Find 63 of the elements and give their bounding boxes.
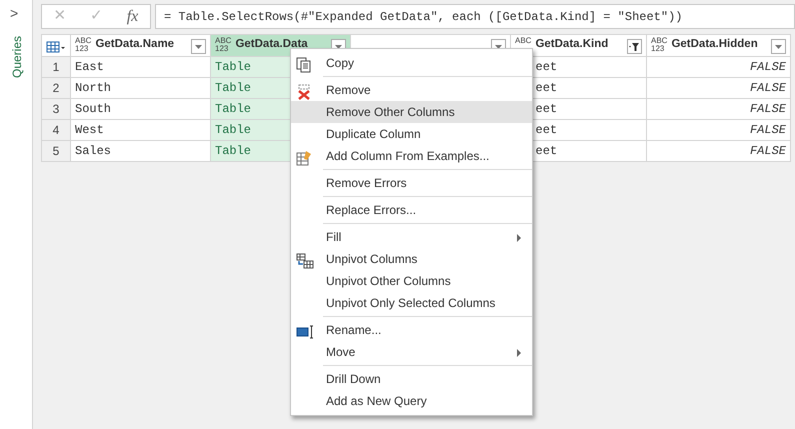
type-label: 123	[651, 45, 666, 53]
table-cell: Table	[215, 123, 252, 137]
menu-item[interactable]: Unpivot Only Selected Columns	[291, 292, 532, 314]
table-cell: Table	[215, 60, 252, 74]
row-number: 5	[42, 140, 70, 162]
menu-item[interactable]: Drill Down	[291, 368, 532, 390]
type-label: 123	[75, 45, 90, 53]
type-label: ABC	[75, 37, 92, 45]
menu-item[interactable]: Fill	[291, 226, 532, 248]
menu-item[interactable]: Duplicate Column	[291, 123, 532, 145]
table-cell: FALSE	[750, 102, 786, 116]
menu-item[interactable]: Unpivot Other Columns	[291, 270, 532, 292]
insert-function-button[interactable]: fx	[120, 4, 144, 28]
table-cell: Sales	[75, 144, 112, 158]
column-header[interactable]: ABC GetData.Kind	[510, 34, 646, 56]
header-label: GetData.Kind	[535, 38, 608, 51]
table-cell: West	[75, 123, 104, 137]
copy-icon	[296, 55, 312, 73]
menu-item[interactable]: Remove Other Columns	[291, 101, 532, 123]
table-cell: eet	[536, 102, 558, 116]
row-number: 1	[42, 56, 70, 78]
queries-pane-title[interactable]: Queries	[8, 28, 26, 86]
table-cell: FALSE	[750, 81, 786, 95]
table-cell: eet	[536, 144, 558, 158]
dropdown-icon[interactable]	[771, 39, 786, 54]
table-cell: eet	[536, 123, 558, 137]
dropdown-icon[interactable]	[191, 39, 206, 54]
menu-item[interactable]: Unpivot Columns	[291, 248, 532, 270]
menu-item[interactable]: Add Column From Examples...	[291, 145, 532, 167]
type-label: ABC	[215, 37, 232, 45]
menu-item[interactable]: Add as New Query	[291, 390, 532, 412]
menu-item[interactable]: Replace Errors...	[291, 199, 532, 221]
table-cell: FALSE	[750, 60, 786, 74]
filter-icon[interactable]	[627, 39, 642, 54]
formula-field[interactable]: = Table.SelectRows(#"Expanded GetData", each ([GetData.Kind] = "Sheet"))	[155, 4, 795, 29]
expand-button[interactable]: >	[10, 6, 18, 20]
table-cell: eet	[536, 60, 558, 74]
row-number: 2	[42, 78, 70, 98]
table-cell: FALSE	[750, 144, 786, 158]
type-label: ABC	[515, 37, 532, 45]
menu-item[interactable]: Remove	[291, 79, 532, 101]
row-number: 4	[42, 120, 70, 140]
type-label: 123	[215, 45, 230, 53]
table-cell: Table	[215, 81, 252, 95]
row-number: 3	[42, 98, 70, 120]
table-cell: East	[75, 60, 104, 74]
menu-item[interactable]: Rename...	[291, 319, 532, 341]
menu-item[interactable]: Remove Errors	[291, 172, 532, 194]
header-label: GetData.Name	[95, 38, 174, 51]
table-cell: Table	[215, 144, 252, 158]
menu-item[interactable]: Move	[291, 341, 532, 363]
header-label: GetData.Hidden	[671, 38, 758, 51]
table-cell: South	[75, 102, 112, 116]
table-menu-icon[interactable]	[46, 40, 66, 53]
table-cell: FALSE	[750, 123, 786, 137]
header-label: GetData.Data	[235, 38, 308, 51]
table-cell: North	[75, 81, 112, 95]
remove-icon	[296, 82, 312, 100]
column-examples-icon	[296, 148, 312, 166]
table-cell: eet	[536, 81, 558, 95]
type-label: ABC	[651, 37, 668, 45]
table-cell: Table	[215, 102, 252, 116]
unpivot-icon	[296, 251, 314, 269]
